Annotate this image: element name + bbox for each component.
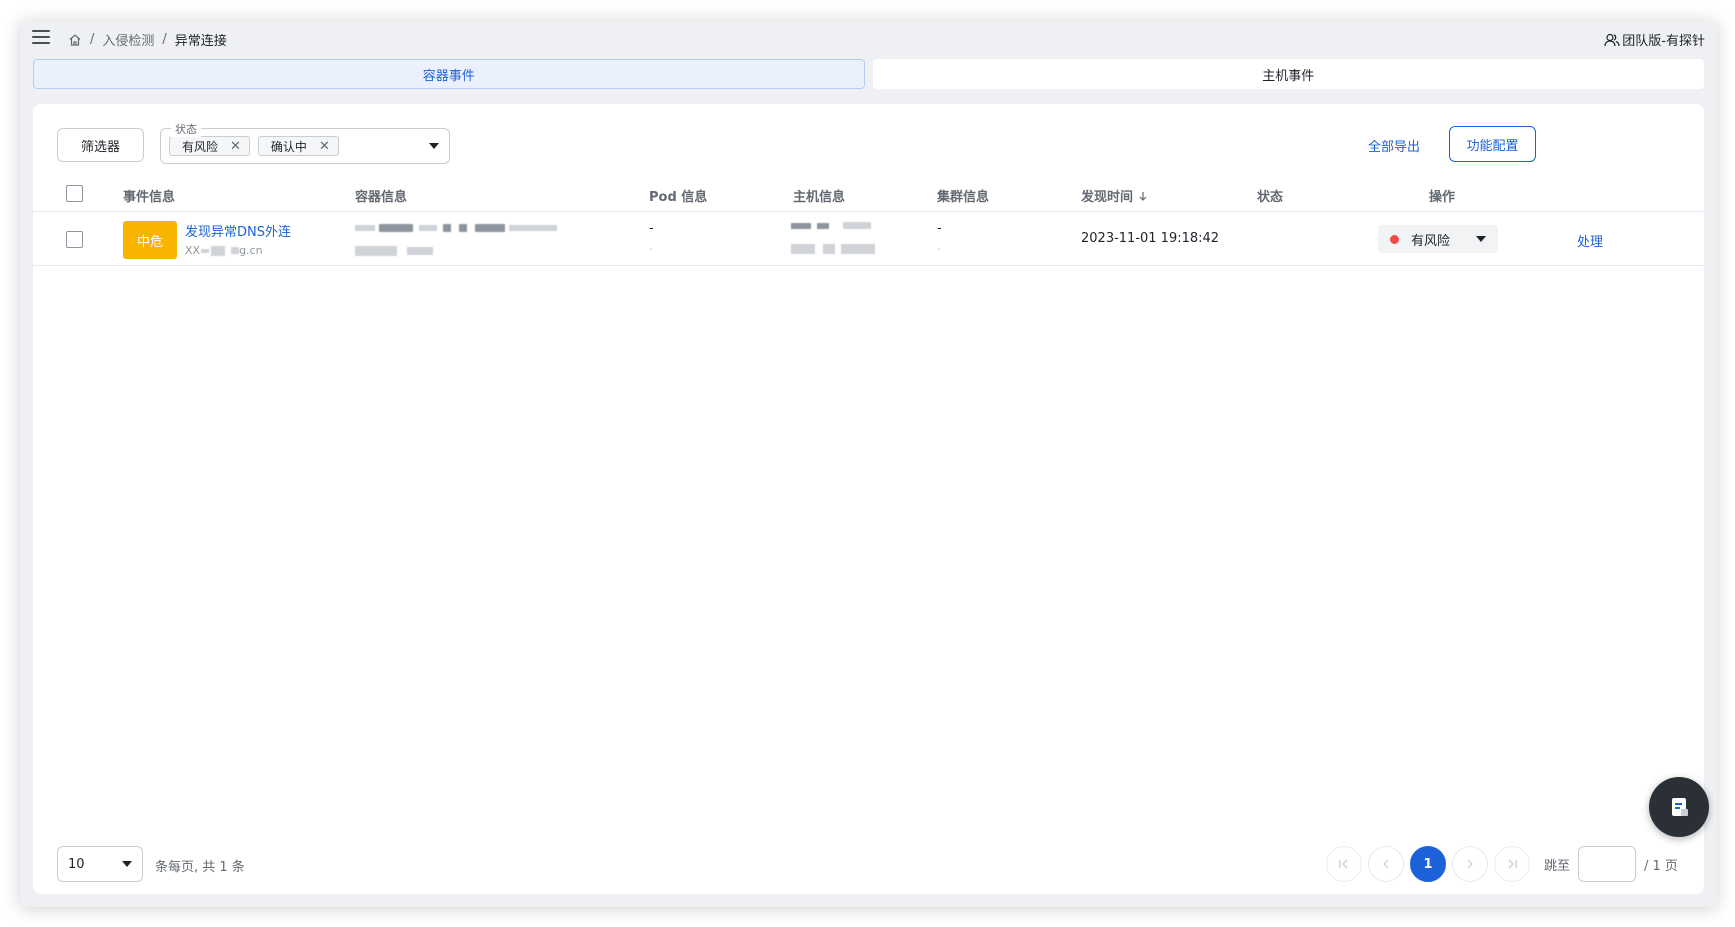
breadcrumb-intrusion-detection[interactable]: 入侵检测 bbox=[102, 30, 154, 49]
caret-down-icon bbox=[122, 861, 132, 867]
cluster-info-sub: - bbox=[937, 242, 941, 255]
status-select[interactable]: 状态 有风险 ✕ 确认中 ✕ bbox=[160, 121, 450, 164]
jump-to-label: 跳至 bbox=[1544, 858, 1571, 874]
last-page-icon[interactable] bbox=[1494, 846, 1530, 882]
status-chip-label: 确认中 bbox=[270, 139, 307, 154]
column-header-cluster: 集群信息 bbox=[937, 190, 990, 205]
pod-info: - bbox=[649, 221, 654, 236]
table-row: 中危 发现异常DNS外连 XX g.cn - - - - 2023-11-01 … bbox=[33, 212, 1704, 266]
user-menu[interactable]: 团队版-有探针 bbox=[1604, 30, 1705, 49]
export-all-link[interactable]: 全部导出 bbox=[1368, 136, 1420, 155]
handle-action-link[interactable]: 处理 bbox=[1577, 231, 1603, 250]
close-icon[interactable]: ✕ bbox=[319, 140, 330, 153]
next-page-icon[interactable] bbox=[1452, 846, 1488, 882]
breadcrumb-current: 异常连接 bbox=[174, 34, 227, 49]
jump-to-page-input[interactable] bbox=[1578, 846, 1637, 882]
breadcrumb: / 入侵检测 / 异常连接 bbox=[68, 30, 227, 49]
risk-dot-icon bbox=[1390, 234, 1399, 244]
redacted-text bbox=[211, 245, 226, 256]
filter-button[interactable]: 筛选器 bbox=[57, 128, 144, 162]
redacted-text bbox=[201, 248, 210, 253]
page-info: 条每页, 共 1 条 bbox=[155, 860, 245, 875]
caret-down-icon bbox=[1476, 236, 1486, 242]
redacted-text bbox=[231, 247, 240, 254]
event-domain: XX g.cn bbox=[185, 244, 263, 257]
tab-host-events[interactable]: 主机事件 bbox=[872, 59, 1704, 89]
main-card: 筛选器 状态 有风险 ✕ 确认中 ✕ 全部导出 功能配置 事件信息 容器信息 P… bbox=[33, 104, 1704, 894]
status-chip: 有风险 ✕ bbox=[169, 136, 250, 156]
column-header-host: 主机信息 bbox=[793, 190, 846, 205]
users-icon bbox=[1604, 33, 1620, 46]
event-domain-prefix: XX bbox=[185, 244, 201, 257]
page-size-value: 10 bbox=[68, 856, 85, 872]
row-checkbox[interactable] bbox=[66, 231, 83, 248]
column-header-action: 操作 bbox=[1429, 190, 1456, 205]
top-bar: / 入侵检测 / 异常连接 团队版-有探针 bbox=[20, 20, 1717, 58]
close-icon[interactable]: ✕ bbox=[230, 140, 241, 153]
select-all-checkbox[interactable] bbox=[66, 185, 83, 202]
table-header: 事件信息 容器信息 Pod 信息 主机信息 集群信息 发现时间 状态 操作 bbox=[33, 176, 1704, 212]
column-header-status: 状态 bbox=[1257, 190, 1284, 205]
severity-badge: 中危 bbox=[123, 221, 177, 259]
pod-info-sub: - bbox=[649, 242, 653, 255]
host-info-redacted bbox=[791, 222, 871, 229]
document-icon bbox=[1672, 798, 1688, 816]
tab-container-events[interactable]: 容器事件 bbox=[33, 59, 865, 89]
page-size-select[interactable]: 10 bbox=[57, 846, 143, 882]
first-page-icon[interactable] bbox=[1326, 846, 1362, 882]
row-status-label: 有风险 bbox=[1411, 233, 1451, 249]
app-window: / 入侵检测 / 异常连接 团队版-有探针 容器事件 主机事件 筛选器 状态 有… bbox=[20, 20, 1717, 907]
status-chip: 确认中 ✕ bbox=[257, 136, 339, 156]
feature-config-button[interactable]: 功能配置 bbox=[1449, 126, 1536, 162]
status-select-label: 状态 bbox=[171, 121, 201, 137]
event-domain-suffix: g.cn bbox=[239, 244, 263, 257]
column-header-event: 事件信息 bbox=[123, 190, 176, 205]
page-number-button[interactable]: 1 bbox=[1410, 846, 1446, 882]
pagination: 1 跳至 / 1 页 bbox=[1326, 846, 1678, 882]
event-tabs: 容器事件 主机事件 bbox=[33, 59, 1704, 89]
column-header-found-time[interactable]: 发现时间 bbox=[1081, 186, 1149, 205]
caret-down-icon bbox=[429, 143, 439, 149]
user-label: 团队版-有探针 bbox=[1622, 34, 1705, 49]
row-status-select[interactable]: 有风险 bbox=[1378, 225, 1498, 253]
home-icon[interactable] bbox=[68, 33, 82, 47]
found-time: 2023-11-01 19:18:42 bbox=[1081, 231, 1220, 246]
breadcrumb-separator: / bbox=[90, 32, 95, 47]
floating-assistant-button[interactable] bbox=[1649, 777, 1709, 837]
hamburger-menu-icon[interactable] bbox=[32, 30, 50, 46]
prev-page-icon[interactable] bbox=[1368, 846, 1404, 882]
container-info-sub-redacted bbox=[355, 246, 433, 256]
breadcrumb-separator: / bbox=[162, 32, 167, 47]
host-info-sub-redacted bbox=[791, 244, 875, 254]
container-info-redacted bbox=[355, 224, 557, 232]
total-pages: / 1 页 bbox=[1644, 858, 1678, 874]
column-header-found-time-label: 发现时间 bbox=[1081, 190, 1134, 205]
cluster-info: - bbox=[937, 221, 942, 236]
column-header-container: 容器信息 bbox=[355, 190, 408, 205]
event-title-link[interactable]: 发现异常DNS外连 bbox=[185, 221, 291, 240]
sort-down-icon[interactable] bbox=[1137, 190, 1149, 202]
column-header-pod: Pod 信息 bbox=[649, 190, 708, 205]
status-chip-label: 有风险 bbox=[182, 139, 219, 154]
